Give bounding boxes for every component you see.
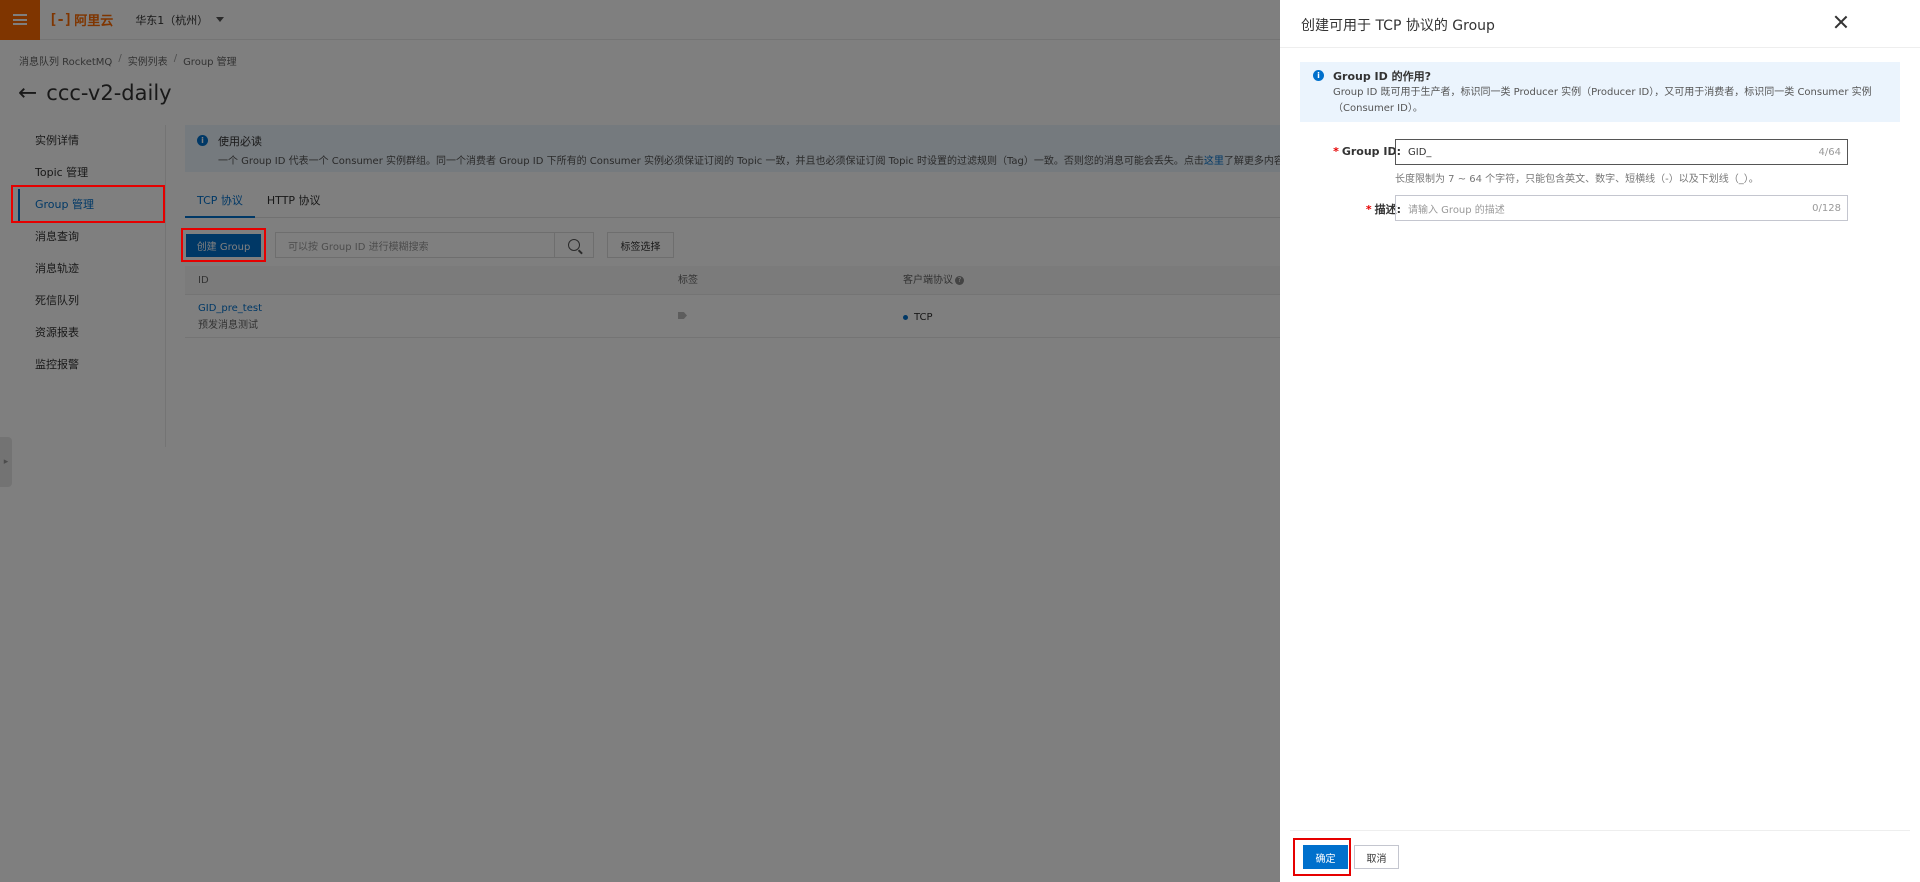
modal-overlay[interactable] bbox=[0, 0, 1280, 882]
highlight-box-confirm bbox=[1293, 838, 1351, 876]
description-placeholder: 请输入 Group 的描述 bbox=[1408, 204, 1505, 216]
drawer-title: 创建可用于 TCP 协议的 Group bbox=[1301, 18, 1495, 34]
group-id-info: i Group ID 的作用? Group ID 既可用于生产者，标识同一类 P… bbox=[1300, 62, 1900, 122]
info-title: Group ID 的作用? bbox=[1333, 70, 1431, 83]
info-icon: i bbox=[1313, 70, 1324, 81]
description-counter: 0/128 bbox=[1812, 202, 1841, 214]
group-id-input[interactable]: GID_ 4/64 bbox=[1395, 139, 1848, 165]
description-input[interactable]: 请输入 Group 的描述 0/128 bbox=[1395, 195, 1848, 221]
required-marker: * bbox=[1333, 145, 1339, 158]
highlight-box-create bbox=[181, 228, 266, 262]
drawer-footer bbox=[1290, 830, 1910, 831]
group-id-counter: 4/64 bbox=[1818, 146, 1841, 158]
drawer-header: 创建可用于 TCP 协议的 Group bbox=[1280, 0, 1920, 48]
group-id-value: GID_ bbox=[1408, 146, 1432, 158]
highlight-box-sidebar bbox=[11, 185, 165, 223]
group-id-label-text: Group ID: bbox=[1341, 145, 1401, 158]
required-marker: * bbox=[1365, 203, 1372, 216]
cancel-button[interactable]: 取消 bbox=[1354, 845, 1399, 869]
create-group-drawer: 创建可用于 TCP 协议的 Group i Group ID 的作用? Grou… bbox=[1280, 0, 1920, 882]
close-icon[interactable] bbox=[1833, 14, 1849, 30]
group-id-hint: 长度限制为 7 ~ 64 个字符，只能包含英文、数字、短横线（-）以及下划线（_… bbox=[1395, 174, 1759, 185]
group-id-label: * Group ID: bbox=[1333, 145, 1401, 158]
info-body: Group ID 既可用于生产者，标识同一类 Producer 实例（Produ… bbox=[1333, 87, 1872, 114]
